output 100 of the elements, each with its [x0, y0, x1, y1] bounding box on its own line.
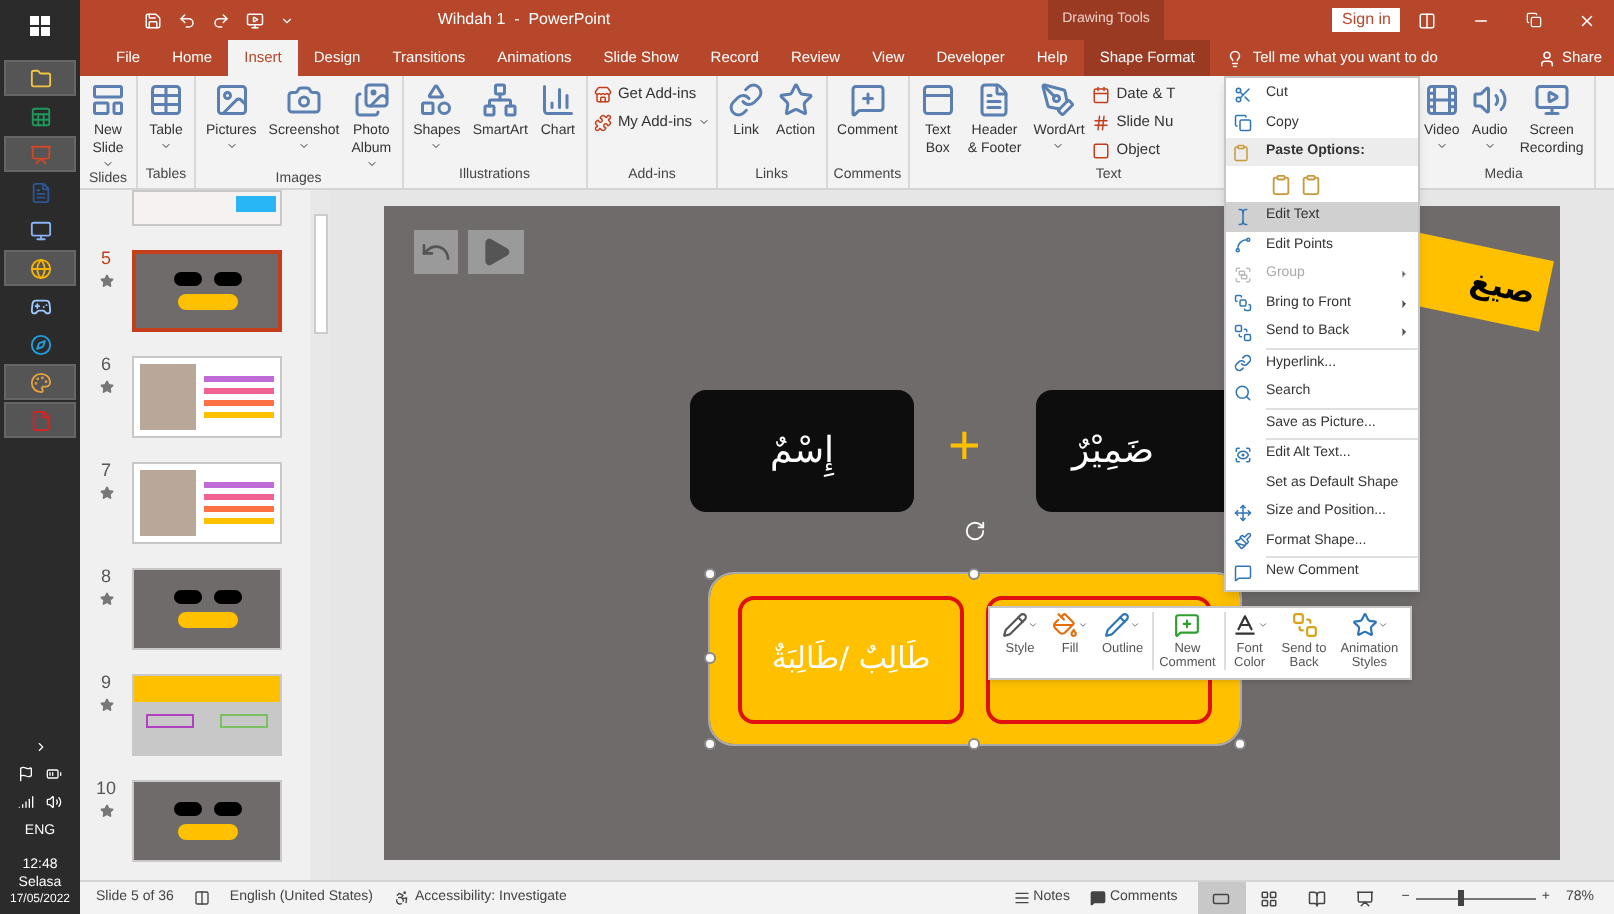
clipboard-icon [1232, 143, 1250, 161]
slide-thumbnail[interactable] [132, 462, 282, 544]
puzzle-icon [593, 113, 612, 131]
windows-logo-icon[interactable] [30, 16, 50, 36]
slide-thumbnail[interactable] [132, 250, 282, 332]
send-back-icon [1291, 612, 1317, 638]
chevron-icon[interactable] [33, 739, 47, 753]
star-icon [1351, 612, 1378, 638]
sign-in-button[interactable]: Sign in [1332, 8, 1401, 32]
camera-icon [286, 82, 322, 118]
search-icon [1234, 383, 1252, 402]
accessibility-icon [393, 890, 410, 906]
slide-thumbnail[interactable] [132, 780, 282, 862]
taskbar-app[interactable] [4, 60, 76, 96]
document-icon [29, 181, 51, 203]
compass-icon [29, 333, 51, 355]
window-title: Wihdah 1 - PowerPoint [437, 8, 611, 32]
word-card: إِسْمٌ [690, 390, 914, 512]
lightbulb-icon [1226, 49, 1245, 67]
resize-handle[interactable] [704, 652, 716, 664]
resize-handle[interactable] [1234, 738, 1246, 750]
volume-icon[interactable] [46, 793, 62, 809]
group-icon [1234, 265, 1252, 284]
plus-sign: + [948, 418, 981, 474]
flag-icon[interactable] [18, 765, 34, 781]
customize-icon[interactable] [280, 13, 294, 27]
comment-icon [1174, 612, 1201, 638]
palette-icon [29, 371, 51, 393]
paint-bucket-icon [1052, 612, 1078, 638]
person-icon [1537, 49, 1556, 67]
presentation-icon [29, 143, 51, 165]
font-color-icon [1231, 612, 1258, 638]
play-icon [480, 236, 512, 268]
view-button[interactable] [1197, 882, 1246, 914]
video-icon [1423, 82, 1460, 118]
photo-album-icon [353, 82, 390, 118]
slide-thumbnail[interactable] [132, 674, 282, 756]
slideshow-icon [1356, 889, 1375, 907]
resize-handle[interactable] [704, 568, 716, 580]
text-icon [1234, 207, 1252, 226]
slide-number: 6 [100, 356, 111, 374]
slide-number: 8 [100, 568, 111, 586]
comments-icon [1089, 890, 1106, 906]
signal-icon[interactable] [18, 793, 34, 809]
slide-thumbnail[interactable] [132, 568, 282, 650]
zoom-thumb[interactable] [1458, 890, 1465, 906]
normal-view-icon [1212, 889, 1231, 907]
speaker-icon [1471, 82, 1508, 118]
scrollbar[interactable] [310, 190, 330, 880]
folder-icon [29, 67, 51, 89]
comment-icon [849, 82, 886, 118]
restore-icon[interactable] [1526, 12, 1543, 28]
answer-cell: طَالِبٌ /طَالِبَةٌ [738, 595, 964, 723]
pdf-file-icon [29, 409, 51, 431]
reading-view-icon [1308, 889, 1327, 907]
zoom-slider[interactable] [1415, 890, 1536, 906]
battery-icon[interactable] [46, 765, 62, 781]
resize-handle[interactable] [704, 738, 716, 750]
taskbar-app[interactable] [4, 250, 76, 286]
slide-number: 9 [100, 674, 111, 692]
undo-action-button[interactable] [414, 230, 458, 274]
scissors-icon [1234, 85, 1252, 104]
hyperlink-icon [1234, 354, 1252, 373]
slide-number: 10 [95, 780, 116, 798]
gamepad-icon [29, 295, 51, 317]
slide-number: 5 [100, 250, 111, 268]
comment-icon [1234, 563, 1252, 582]
notes-icon [1013, 890, 1030, 906]
close-icon[interactable] [1578, 11, 1597, 29]
bring-front-icon [1234, 294, 1252, 313]
slide-thumbnail[interactable] [132, 190, 282, 226]
paste-option-icon[interactable] [1300, 173, 1322, 195]
present-icon[interactable] [246, 11, 264, 29]
link-icon [728, 82, 765, 118]
resize-handle[interactable] [968, 568, 980, 580]
globe-icon [29, 257, 51, 279]
star-icon [777, 82, 814, 118]
star-icon [99, 274, 113, 288]
send-back-icon [1234, 323, 1252, 342]
pen-icon [1040, 82, 1077, 118]
slide-thumbnail[interactable] [132, 356, 282, 438]
star-icon [99, 698, 113, 712]
star-icon [99, 486, 113, 500]
calendar-icon [1092, 85, 1111, 103]
text-box-icon [919, 82, 956, 118]
save-icon[interactable] [144, 11, 162, 29]
table-icon [148, 82, 184, 118]
play-action-button[interactable] [468, 230, 524, 274]
slide-number: 7 [100, 462, 111, 480]
rotate-handle-icon[interactable] [964, 520, 986, 542]
picture-icon [213, 82, 250, 118]
star-icon [99, 380, 113, 394]
copy-icon [1234, 114, 1252, 133]
bar-chart-icon [539, 82, 576, 118]
undo-icon[interactable] [178, 11, 196, 29]
redo-icon[interactable] [212, 11, 230, 29]
hash-icon [1092, 113, 1111, 131]
star-icon [99, 804, 113, 818]
monitor-icon [29, 219, 51, 241]
paste-option-icon[interactable] [1270, 173, 1292, 195]
